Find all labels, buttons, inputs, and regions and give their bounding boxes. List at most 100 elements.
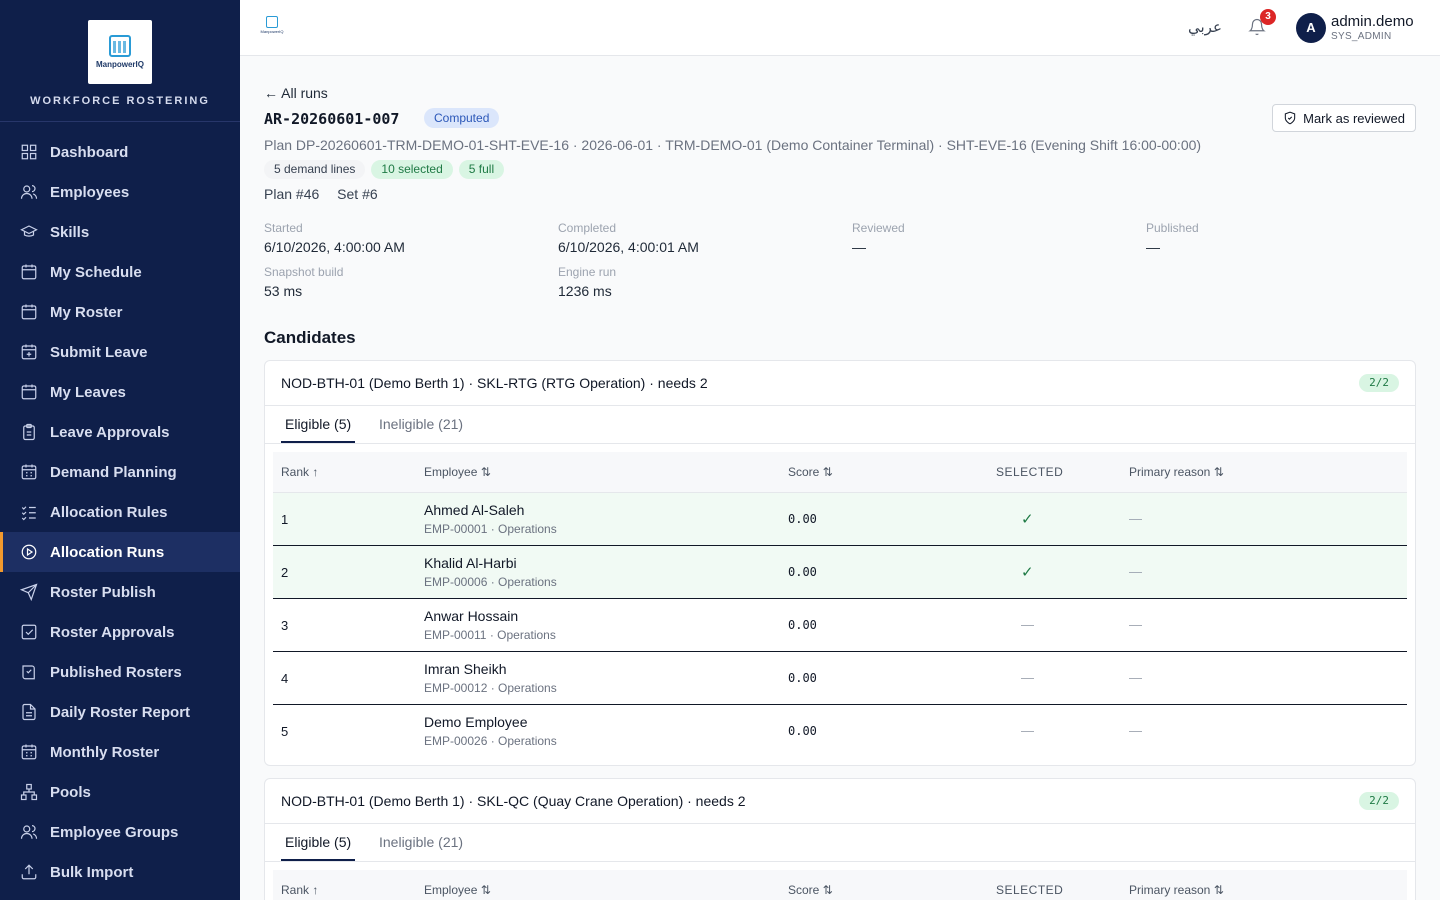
- sidebar-item-daily-roster-report[interactable]: Daily Roster Report: [0, 692, 240, 732]
- score-cell: 0.00: [788, 565, 817, 579]
- sidebar-item-my-leaves[interactable]: My Leaves: [0, 372, 240, 412]
- rank-column-header[interactable]: Rank ↑: [281, 883, 318, 897]
- sidebar-item-submit-leave[interactable]: Submit Leave: [0, 332, 240, 372]
- employee-name[interactable]: Ahmed Al-Saleh: [424, 502, 524, 518]
- sidebar-item-demand-planning[interactable]: Demand Planning: [0, 452, 240, 492]
- eligibility-tabs: Eligible (5) Ineligible (21): [265, 406, 1415, 444]
- sidebar-item-my-roster[interactable]: My Roster: [0, 292, 240, 332]
- employee-name[interactable]: Demo Employee: [424, 714, 528, 730]
- topbar-logo-text: ManpowerIQ: [260, 29, 284, 34]
- language-toggle[interactable]: عربي: [1188, 18, 1222, 36]
- sidebar-item-label: My Schedule: [50, 263, 142, 281]
- tab-ineligible[interactable]: Ineligible (21): [379, 416, 463, 432]
- selected-check-icon: ✓: [1021, 511, 1034, 528]
- table-row[interactable]: 4 Imran Sheikh EMP-00012 · Operations 0.00 —…: [273, 652, 1407, 705]
- calendar-icon: [20, 263, 38, 281]
- score-cell: 0.00: [788, 618, 817, 632]
- app-logo[interactable]: ManpowerIQ: [88, 20, 152, 84]
- rank-column-header[interactable]: Rank ↑: [281, 465, 318, 479]
- sidebar-item-published-rosters[interactable]: Published Rosters: [0, 652, 240, 692]
- notification-count-badge: 3: [1260, 9, 1276, 25]
- topbar-logo[interactable]: ManpowerIQ: [258, 16, 286, 38]
- sidebar-item-label: Demand Planning: [50, 463, 177, 481]
- employee-code-dept: EMP-00026 · Operations: [424, 734, 557, 748]
- card-header: NOD-BTH-01 (Demo Berth 1) · SKL-QC (Quay…: [265, 779, 1415, 824]
- employee-name[interactable]: Imran Sheikh: [424, 661, 506, 677]
- sidebar-item-roster-publish[interactable]: Roster Publish: [0, 572, 240, 612]
- primary-reason-cell: —: [1129, 670, 1142, 685]
- full-chip: 5 full: [458, 160, 505, 179]
- primary-reason-cell: —: [1129, 511, 1142, 526]
- topbar: ManpowerIQ عربي 3 A admin.demo SYS_ADMIN: [240, 0, 1440, 56]
- sidebar-item-label: Employee Groups: [50, 823, 179, 841]
- mark-as-reviewed-button[interactable]: Mark as reviewed: [1272, 104, 1416, 132]
- avatar[interactable]: A: [1296, 13, 1326, 43]
- calendar-logo-icon: [266, 16, 278, 28]
- table-row[interactable]: 3 Anwar Hossain EMP-00011 · Operations 0.00…: [273, 599, 1407, 652]
- engine-label: Engine run: [558, 265, 617, 279]
- reviewed-value: —: [852, 239, 866, 255]
- users-icon: [20, 183, 38, 201]
- calendar-icon: [20, 303, 38, 321]
- tab-eligible[interactable]: Eligible (5): [280, 834, 356, 861]
- table-row[interactable]: 2 Khalid Al-Harbi EMP-00006 · Operations 0.…: [273, 546, 1407, 599]
- employee-name[interactable]: Khalid Al-Harbi: [424, 555, 517, 571]
- sidebar-item-monthly-roster[interactable]: Monthly Roster: [0, 732, 240, 772]
- primary-reason-cell: —: [1129, 564, 1142, 579]
- employee-column-header[interactable]: Employee ⇅: [424, 883, 491, 897]
- sidebar-item-leave-approvals[interactable]: Leave Approvals: [0, 412, 240, 452]
- sidebar-item-label: Roster Publish: [50, 583, 156, 601]
- table-row[interactable]: 5 Demo Employee EMP-00026 · Operations 0.00…: [273, 705, 1407, 758]
- sidebar-item-roster-approvals[interactable]: Roster Approvals: [0, 612, 240, 652]
- table-row[interactable]: 1 Ahmed Al-Saleh EMP-00001 · Operations 0.0…: [273, 493, 1407, 546]
- sidebar-item-skills[interactable]: Skills: [0, 212, 240, 252]
- send-icon: [20, 583, 38, 601]
- shield-check-icon: [1284, 111, 1296, 125]
- sidebar: ManpowerIQ WORKFORCE ROSTERING Dashboard…: [0, 0, 240, 900]
- sidebar-item-bulk-import[interactable]: Bulk Import: [0, 852, 240, 892]
- sidebar-item-allocation-runs[interactable]: Allocation Runs: [0, 532, 240, 572]
- employee-code-dept: EMP-00012 · Operations: [424, 681, 557, 695]
- notifications-button[interactable]: 3: [1248, 9, 1276, 38]
- card-header: NOD-BTH-01 (Demo Berth 1) · SKL-RTG (RTG…: [265, 361, 1415, 406]
- score-column-header[interactable]: Score ⇅: [788, 465, 833, 479]
- run-id: AR-20260601-007: [264, 110, 400, 128]
- candidate-card: NOD-BTH-01 (Demo Berth 1) · SKL-RTG (RTG…: [264, 360, 1416, 766]
- list-check-icon: [20, 503, 38, 521]
- reason-column-header[interactable]: Primary reason ⇅: [1129, 883, 1224, 897]
- plan-description: Plan DP-20260601-TRM-DEMO-01-SHT-EVE-16 …: [264, 137, 1202, 153]
- tab-eligible[interactable]: Eligible (5): [280, 416, 356, 443]
- summary-chips: 5 demand lines 10 selected 5 full: [264, 160, 505, 179]
- engine-field: Engine run 1236 ms: [558, 265, 852, 299]
- score-column-header[interactable]: Score ⇅: [788, 883, 833, 897]
- sidebar-item-label: Monthly Roster: [50, 743, 160, 761]
- back-to-runs-link[interactable]: ← All runs: [264, 85, 328, 101]
- sidebar-item-label: My Leaves: [50, 383, 126, 401]
- user-name[interactable]: admin.demo: [1331, 13, 1414, 30]
- clipboard-icon: [20, 423, 38, 441]
- sidebar-item-label: Pools: [50, 783, 91, 801]
- rank-cell: 2: [281, 565, 289, 580]
- sidebar-item-label: Allocation Runs: [50, 543, 165, 561]
- sidebar-item-label: Employees: [50, 183, 130, 201]
- employee-name[interactable]: Anwar Hossain: [424, 608, 518, 624]
- logo-text: ManpowerIQ: [95, 60, 144, 69]
- employee-column-header[interactable]: Employee ⇅: [424, 465, 491, 479]
- sidebar-item-pools[interactable]: Pools: [0, 772, 240, 812]
- reason-column-header[interactable]: Primary reason ⇅: [1129, 465, 1224, 479]
- sidebar-item-label: Dashboard: [50, 143, 129, 161]
- sidebar-item-allocation-rules[interactable]: Allocation Rules: [0, 492, 240, 532]
- sidebar-item-employees[interactable]: Employees: [0, 172, 240, 212]
- started-value: 6/10/2026, 4:00:00 AM: [264, 239, 405, 255]
- published-label: Published: [1146, 221, 1199, 235]
- calendar-grid-icon: [20, 743, 38, 761]
- sidebar-item-label: Leave Approvals: [50, 423, 170, 441]
- rank-cell: 5: [281, 724, 289, 739]
- tab-ineligible[interactable]: Ineligible (21): [379, 834, 463, 850]
- sidebar-item-employee-groups[interactable]: Employee Groups: [0, 812, 240, 852]
- primary-reason-cell: —: [1129, 723, 1142, 738]
- sidebar-item-label: My Roster: [50, 303, 123, 321]
- sidebar-item-dashboard[interactable]: Dashboard: [0, 132, 240, 172]
- table-header: Rank ↑ Employee ⇅ Score ⇅ SELECTED Primary r…: [273, 870, 1407, 900]
- sidebar-item-my-schedule[interactable]: My Schedule: [0, 252, 240, 292]
